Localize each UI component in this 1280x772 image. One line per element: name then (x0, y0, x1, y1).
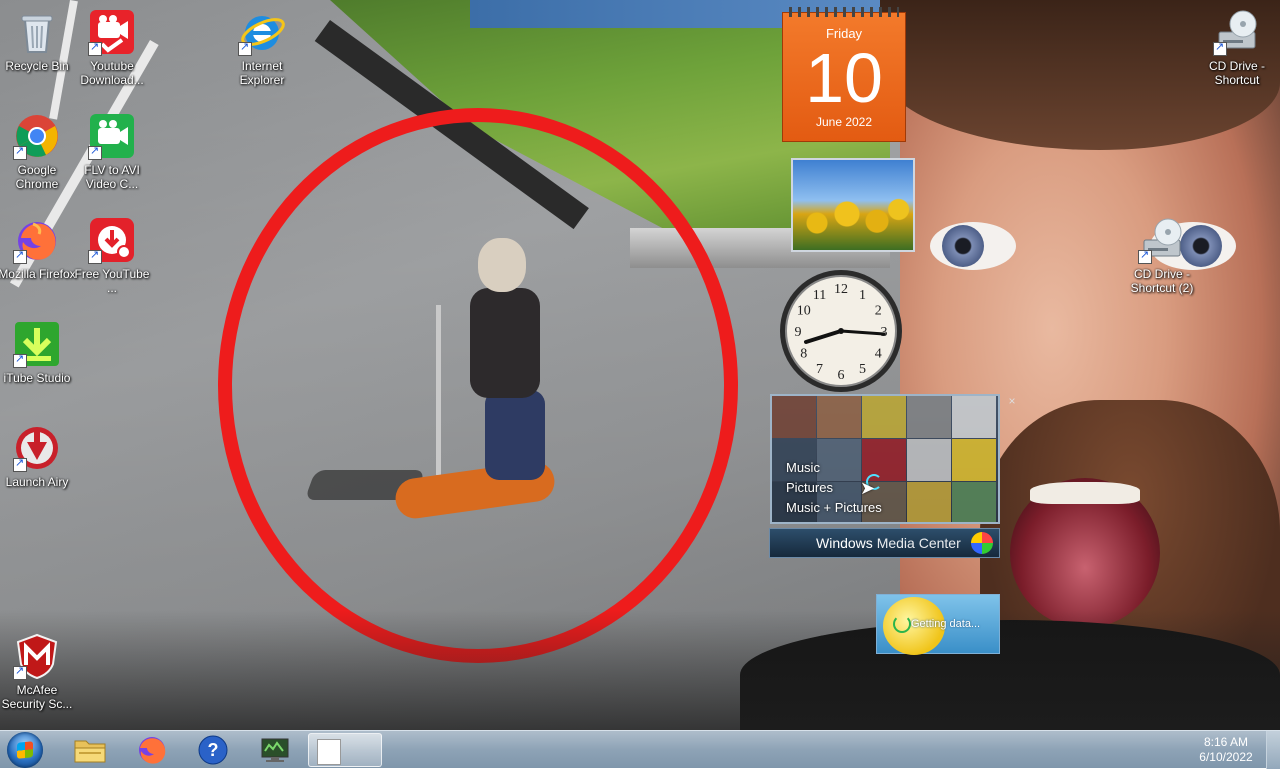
clock-numeral: 1 (859, 288, 866, 303)
recycle-bin-icon (13, 8, 61, 56)
free-youtube-icon (88, 216, 136, 264)
desktop-icon-label: Google Chrome (15, 163, 59, 191)
calendar-gadget[interactable]: Friday 10 June 2022 (782, 7, 906, 142)
taskbar-monitor-button[interactable] (249, 733, 301, 767)
desktop-icon-label: FLV to AVI Video C... (84, 163, 140, 191)
flv-to-avi-icon (88, 112, 136, 160)
windows-orb-icon (971, 532, 993, 554)
calendar-day-number: 10 (805, 39, 883, 117)
media-center-title-bar[interactable]: Windows Media Center (769, 528, 1000, 558)
slideshow-gadget[interactable] (791, 158, 915, 252)
media-center-title-windows: Windows (816, 535, 873, 551)
taskbar-help-button[interactable]: ? (187, 733, 239, 767)
shortcut-arrow-icon (88, 40, 102, 56)
desktop-wallpaper (0, 0, 1280, 730)
folder-icon (74, 740, 106, 763)
mouse-pointer-icon: ➤ (860, 478, 876, 498)
clock-numeral: 4 (875, 347, 882, 362)
cd-drive-icon (1213, 8, 1261, 56)
desktop-icon-label: Recycle Bin (5, 59, 69, 73)
desktop-icon-launch-airy[interactable]: Launch Airy (0, 424, 76, 489)
shortcut-arrow-icon (88, 144, 102, 160)
airy-icon (13, 424, 61, 472)
start-button[interactable] (7, 732, 43, 768)
media-center-gadget[interactable]: Music Pictures Music + Pictures (770, 394, 1000, 524)
desktop-icon-cd-drive[interactable]: CD Drive - Shortcut (1198, 8, 1276, 87)
youtube-downloader-icon (88, 8, 136, 56)
clock-numeral: 5 (859, 362, 866, 377)
desktop-icon-label: iTube Studio (3, 371, 71, 385)
wallpaper-teeth (1030, 482, 1140, 504)
desktop-icon-label: Free YouTube ... (74, 267, 150, 295)
document-icon (317, 739, 341, 765)
wallpaper-road-shadow (0, 610, 1280, 730)
media-center-menu-music[interactable]: Music (786, 458, 882, 478)
clock-numeral: 2 (875, 304, 882, 319)
show-desktop-button[interactable] (1266, 731, 1280, 769)
weather-gadget[interactable]: Getting data... (876, 594, 1000, 655)
taskbar-firefox-button[interactable] (126, 733, 178, 767)
cd-drive-icon (1138, 216, 1186, 264)
media-center-close-button[interactable]: × (1005, 394, 1019, 408)
shortcut-arrow-icon (88, 248, 102, 264)
taskbar-open-window-button[interactable] (308, 733, 382, 767)
shortcut-arrow-icon (13, 352, 27, 368)
wallpaper-iris (942, 225, 984, 267)
shortcut-arrow-icon (13, 456, 27, 472)
desktop-icon-label: CD Drive - Shortcut (1209, 59, 1265, 87)
firefox-icon (139, 737, 166, 764)
calendar-rings (789, 7, 899, 17)
desktop-icon-label: Youtube Download... (80, 59, 144, 87)
clock-numeral: 8 (800, 347, 807, 362)
shortcut-arrow-icon (1213, 40, 1227, 56)
taskbar-explorer-button[interactable] (64, 733, 116, 767)
desktop-icon-label: Mozilla Firefox (0, 267, 76, 281)
clock-numeral: 9 (795, 325, 802, 340)
wallpaper-red-circle (218, 108, 738, 663)
desktop-icon-itube-studio[interactable]: iTube Studio (0, 320, 76, 385)
shortcut-arrow-icon (13, 664, 27, 680)
firefox-icon (13, 216, 61, 264)
desktop-icon-label: Launch Airy (5, 475, 69, 489)
mcafee-shield-icon (13, 632, 61, 680)
desktop-icon-free-youtube[interactable]: Free YouTube ... (73, 216, 151, 295)
tray-date: 6/10/2022 (1199, 750, 1253, 764)
clock-numeral: 11 (813, 288, 826, 303)
desktop-icon-recycle-bin[interactable]: Recycle Bin (0, 8, 76, 73)
weather-status: Getting data... (911, 618, 981, 630)
loading-spinner-icon (893, 615, 911, 633)
clock-numeral: 7 (816, 362, 823, 377)
media-center-title-product: Media Center (876, 535, 961, 551)
desktop-icon-label: Internet Explorer (239, 59, 285, 87)
desktop-icon-label: McAfee Security Sc... (1, 683, 73, 711)
desktop-icon-label: CD Drive - Shortcut (2) (1130, 267, 1194, 295)
taskbar: ? 8:16 AM 6/10/2022 (0, 730, 1280, 769)
svg-text:?: ? (208, 740, 219, 760)
clock-numeral: 10 (797, 304, 811, 319)
desktop-icon-internet-explorer[interactable]: Internet Explorer (223, 8, 301, 87)
desktop-icon-flv-to-avi[interactable]: FLV to AVI Video C... (73, 112, 151, 191)
clock-numeral: 6 (838, 368, 845, 383)
wallpaper-eye-left (930, 222, 1016, 270)
shortcut-arrow-icon (238, 40, 252, 56)
desktop-icon-cd-drive-2[interactable]: CD Drive - Shortcut (2) (1123, 216, 1201, 295)
shortcut-arrow-icon (1138, 248, 1152, 264)
itube-studio-icon (13, 320, 61, 368)
clock-gadget[interactable]: 121234567891011 (778, 268, 904, 394)
clock-numeral: 12 (834, 282, 848, 297)
shortcut-arrow-icon (13, 248, 27, 264)
desktop-icon-google-chrome[interactable]: Google Chrome (0, 112, 76, 191)
help-icon: ? (198, 735, 228, 765)
tray-time: 8:16 AM (1203, 735, 1249, 749)
monitor-icon (261, 738, 289, 762)
system-tray-clock[interactable]: 8:16 AM 6/10/2022 (1196, 735, 1256, 765)
shortcut-arrow-icon (13, 144, 27, 160)
internet-explorer-icon (238, 8, 286, 56)
desktop-icon-mozilla-firefox[interactable]: Mozilla Firefox (0, 216, 76, 281)
calendar-month-year: June 2022 (815, 115, 873, 129)
media-center-menu-music-pictures[interactable]: Music + Pictures (786, 498, 882, 518)
desktop-icon-mcafee[interactable]: McAfee Security Sc... (0, 632, 76, 711)
google-chrome-icon (13, 112, 61, 160)
desktop-icon-youtube-downloader[interactable]: Youtube Download... (73, 8, 151, 87)
